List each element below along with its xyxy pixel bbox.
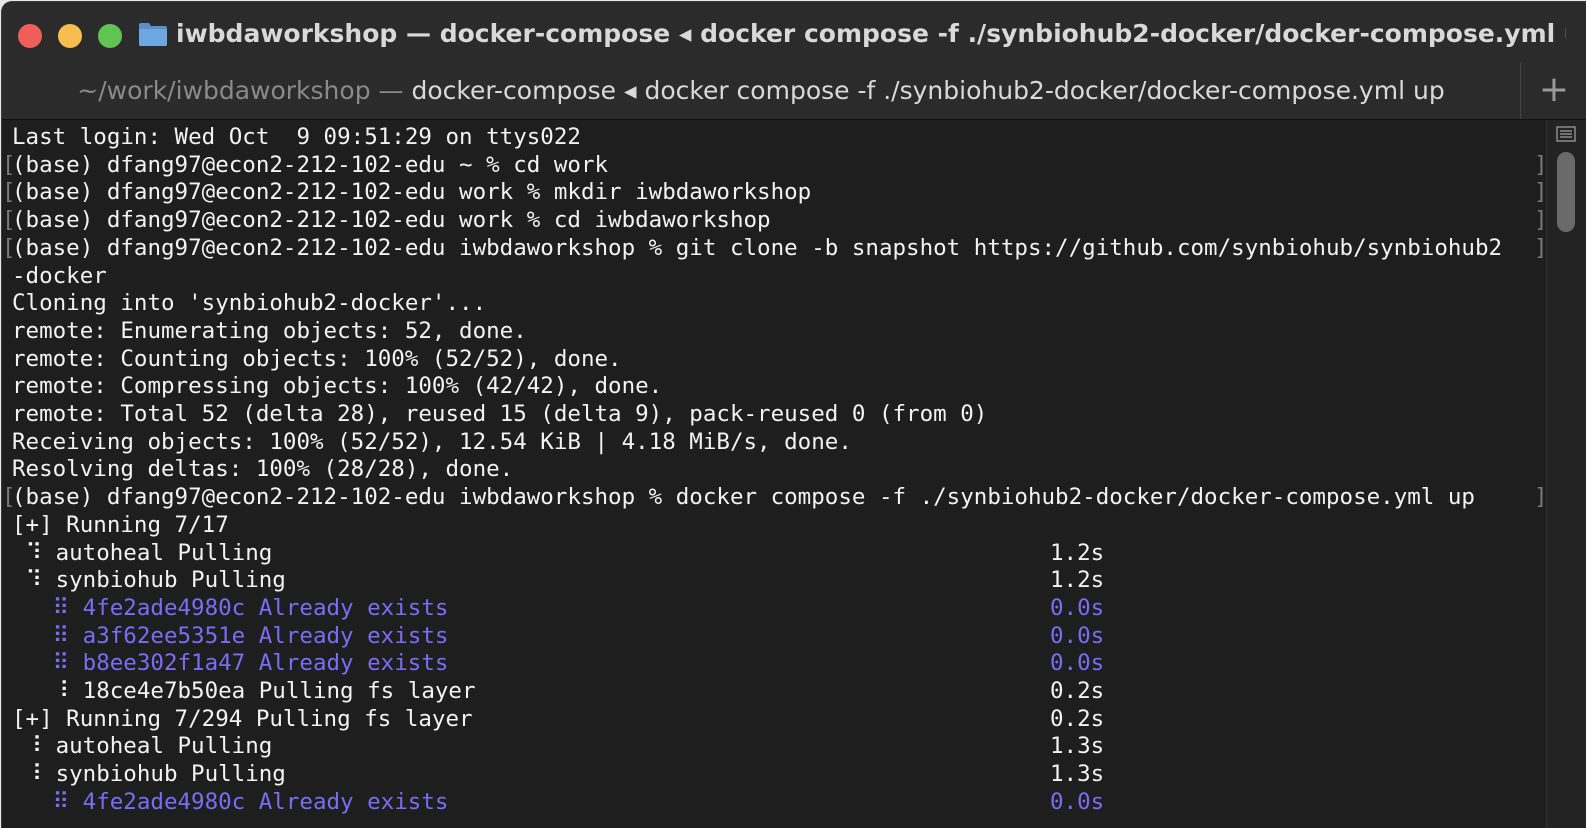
progress-line: ⠹ synbiohub Pulling — [12, 567, 286, 594]
terminal-line: remote: Counting objects: 100% (52/52), … — [12, 345, 622, 372]
scrollbar[interactable] — [1546, 120, 1586, 828]
terminal-line: remote: Compressing objects: 100% (42/42… — [12, 373, 663, 400]
prompt-mark: ] — [1534, 206, 1546, 234]
scrollbar-thumb[interactable] — [1557, 152, 1575, 232]
progress-line: [+] Running 7/294 Pulling fs layer — [12, 705, 473, 732]
prompt-mark: [ — [2, 234, 16, 261]
progress-line: ⠸ autoheal Pulling — [12, 733, 273, 760]
progress-time: 0.0s — [1050, 788, 1105, 815]
progress-line: ⠸ synbiohub Pulling — [12, 761, 286, 788]
terminal-line: (base) dfang97@econ2-212-102-edu work % … — [12, 179, 812, 206]
tab-active[interactable]: ~/work/iwbdaworkshop — docker-compose ◂ … — [2, 62, 1520, 119]
close-button[interactable] — [18, 24, 42, 48]
zoom-button[interactable] — [98, 24, 122, 48]
prompt-mark: [ — [2, 151, 16, 178]
title-bar[interactable]: iwbdaworkshop — docker-compose ◂ docker … — [2, 2, 1586, 62]
folder-icon — [139, 23, 167, 46]
progress-line: ⠿ 4fe2ade4980c Already exists — [12, 788, 449, 815]
prompt-mark: [ — [2, 179, 16, 206]
tab-path: ~/work/iwbdaworkshop — — [77, 76, 412, 105]
progress-time: 1.2s — [1050, 539, 1105, 566]
terminal-line: Cloning into 'synbiohub2-docker'... — [12, 290, 487, 317]
terminal-window: iwbdaworkshop — docker-compose ◂ docker … — [2, 2, 1586, 828]
terminal-line: (base) dfang97@econ2-212-102-edu work % … — [12, 207, 771, 234]
progress-line: ⠹ autoheal Pulling — [12, 539, 273, 566]
prompt-mark: [ — [2, 207, 16, 234]
terminal-line: [+] Running 7/17 — [12, 511, 229, 538]
progress-line: ⠿ a3f62ee5351e Already exists — [12, 622, 449, 649]
prompt-mark: ] — [1534, 234, 1546, 262]
terminal-line: (base) dfang97@econ2-212-102-edu ~ % cd … — [12, 151, 609, 178]
terminal-line: -docker — [12, 262, 107, 289]
progress-time: 0.0s — [1050, 650, 1105, 677]
terminal-line: remote: Enumerating objects: 52, done. — [12, 317, 527, 344]
prompt-mark: [ — [2, 484, 16, 511]
marks-icon[interactable] — [1555, 126, 1577, 142]
progress-time: 1.3s — [1050, 761, 1105, 788]
progress-line: ⠸ 18ce4e7b50ea Pulling fs layer — [12, 678, 476, 704]
terminal-line: Last login: Wed Oct 9 09:51:29 on ttys02… — [12, 124, 581, 150]
new-tab-button[interactable]: + — [1520, 62, 1586, 119]
prompt-mark: ] — [1534, 483, 1546, 511]
tab-label: docker-compose ◂ docker compose -f ./syn… — [411, 76, 1445, 105]
prompt-mark: ] — [1534, 151, 1546, 179]
progress-time: 0.0s — [1050, 622, 1105, 649]
terminal-line: Resolving deltas: 100% (28/28), done. — [12, 456, 514, 483]
progress-time: 0.0s — [1050, 594, 1105, 621]
progress-line: ⠿ b8ee302f1a47 Already exists — [12, 650, 449, 677]
terminal-line: (base) dfang97@econ2-212-102-edu iwbdawo… — [12, 234, 1503, 261]
terminal-line: Receiving objects: 100% (52/52), 12.54 K… — [12, 428, 852, 455]
tab-bar: ~/work/iwbdaworkshop — docker-compose ◂ … — [2, 62, 1586, 120]
window-title: iwbdaworkshop — docker-compose ◂ docker … — [176, 19, 1566, 48]
terminal-output[interactable]: Last login: Wed Oct 9 09:51:29 on ttys02… — [2, 120, 1546, 828]
terminal-line: (base) dfang97@econ2-212-102-edu iwbdawo… — [12, 484, 1475, 511]
progress-line: ⠿ 4fe2ade4980c Already exists — [12, 594, 449, 621]
progress-time: 1.3s — [1050, 733, 1105, 760]
progress-time: 0.2s — [1050, 678, 1105, 704]
progress-time: 0.2s — [1050, 705, 1105, 732]
progress-time: 1.2s — [1050, 567, 1105, 594]
terminal-line: remote: Total 52 (delta 28), reused 15 (… — [12, 401, 988, 427]
prompt-mark: ] — [1534, 178, 1546, 206]
minimize-button[interactable] — [58, 24, 82, 48]
